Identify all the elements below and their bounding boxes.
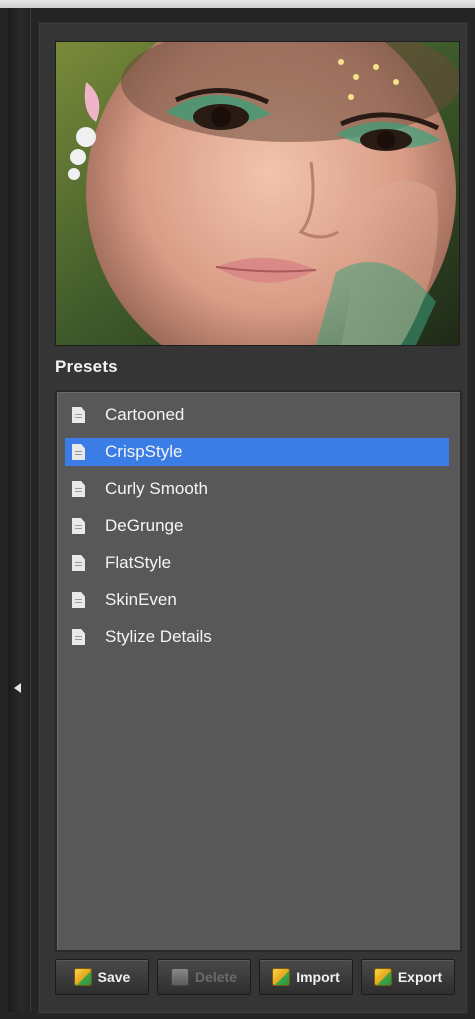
document-icon (72, 592, 85, 608)
trash-icon (170, 968, 189, 986)
presets-window: Presets Cartooned CrispStyle Curly Smoot… (0, 0, 475, 1019)
preset-item-cartooned[interactable]: Cartooned (65, 401, 449, 429)
preset-box-icon (373, 968, 392, 986)
preset-label: SkinEven (105, 590, 177, 609)
presets-toolbar: Save Delete Import Export (55, 959, 458, 999)
presets-heading: Presets (55, 357, 118, 376)
document-icon (72, 444, 85, 460)
preset-label: DeGrunge (105, 516, 184, 535)
document-icon (72, 555, 85, 571)
preset-label: Stylize Details (105, 627, 212, 646)
preset-item-crispstyle[interactable]: CrispStyle (65, 438, 449, 466)
presets-panel: Presets Cartooned CrispStyle Curly Smoot… (38, 22, 468, 1014)
preset-item-skineven[interactable]: SkinEven (65, 586, 449, 614)
preset-box-icon (73, 968, 92, 986)
chevron-left-icon[interactable] (14, 683, 21, 693)
preset-label: Curly Smooth (105, 479, 208, 498)
preset-item-curly-smooth[interactable]: Curly Smooth (65, 475, 449, 503)
side-collapse-bar[interactable] (8, 8, 31, 1012)
presets-list[interactable]: Cartooned CrispStyle Curly Smooth DeGrun… (55, 390, 462, 952)
document-icon (72, 629, 85, 645)
preset-label: FlatStyle (105, 553, 172, 572)
preview-image (55, 41, 460, 346)
preset-item-flatstyle[interactable]: FlatStyle (65, 549, 449, 577)
preset-label: Cartooned (105, 405, 185, 424)
delete-button[interactable]: Delete (157, 959, 251, 995)
document-icon (72, 518, 85, 534)
window-top-edge (0, 0, 475, 8)
export-button[interactable]: Export (361, 959, 455, 995)
document-icon (72, 481, 85, 497)
preset-box-icon (272, 968, 291, 986)
document-icon (72, 407, 85, 423)
portrait-photo (56, 42, 459, 345)
preset-item-stylize-details[interactable]: Stylize Details (65, 623, 449, 651)
preset-label: CrispStyle (105, 442, 183, 461)
save-button[interactable]: Save (55, 959, 149, 995)
preset-item-degrunge[interactable]: DeGrunge (65, 512, 449, 540)
import-button[interactable]: Import (259, 959, 353, 995)
